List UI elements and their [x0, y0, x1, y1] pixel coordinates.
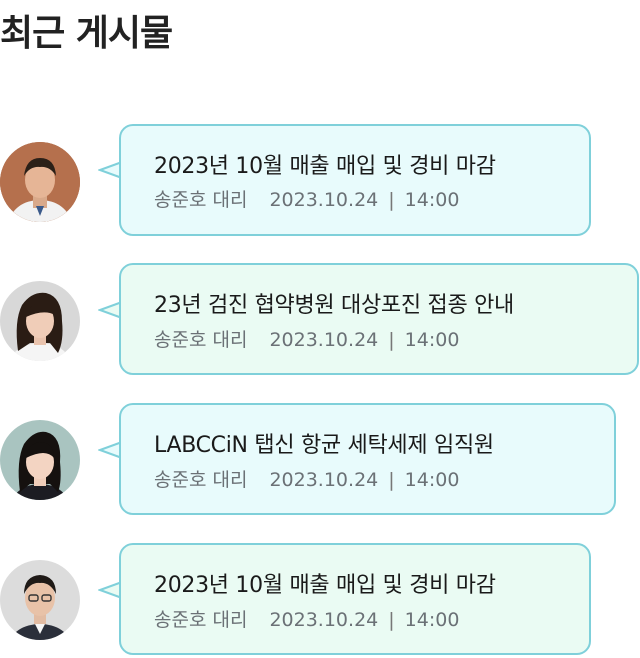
meta-separator: |: [388, 609, 395, 631]
post-bubble[interactable]: [119, 543, 591, 655]
post-bubble[interactable]: [119, 263, 639, 375]
post-author: 송준호 대리: [154, 329, 248, 351]
post-meta: 송준호 대리 2023.10.24 | 14:00: [154, 465, 459, 492]
avatar[interactable]: [0, 420, 80, 500]
post-bubble[interactable]: [119, 124, 591, 236]
post-meta: 송준호 대리 2023.10.24 | 14:00: [154, 605, 459, 632]
meta-separator: |: [388, 189, 395, 211]
avatar[interactable]: [0, 142, 80, 222]
post-time: 14:00: [404, 609, 460, 631]
post-date: 2023.10.24: [269, 189, 379, 211]
post-author: 송준호 대리: [154, 469, 248, 491]
post-date: 2023.10.24: [269, 469, 379, 491]
meta-separator: |: [388, 329, 395, 351]
meta-separator: |: [388, 469, 395, 491]
post-title[interactable]: 2023년 10월 매출 매입 및 경비 마감: [154, 567, 496, 599]
post-time: 14:00: [404, 189, 460, 211]
post-date: 2023.10.24: [269, 329, 379, 351]
post-title[interactable]: 2023년 10월 매출 매입 및 경비 마감: [154, 148, 496, 180]
post-author: 송준호 대리: [154, 609, 248, 631]
post-author: 송준호 대리: [154, 189, 248, 211]
post-bubble[interactable]: [119, 403, 616, 515]
post-meta: 송준호 대리 2023.10.24 | 14:00: [154, 185, 459, 212]
post-time: 14:00: [404, 469, 460, 491]
post-title[interactable]: LABCCiN 탭신 항균 세탁세제 임직원: [154, 427, 494, 459]
avatar[interactable]: [0, 281, 80, 361]
post-date: 2023.10.24: [269, 609, 379, 631]
post-time: 14:00: [404, 329, 460, 351]
post-title[interactable]: 23년 검진 협약병원 대상포진 접종 안내: [154, 287, 514, 319]
page-title: 최근 게시물: [0, 13, 173, 54]
post-meta: 송준호 대리 2023.10.24 | 14:00: [154, 325, 459, 352]
avatar[interactable]: [0, 560, 80, 640]
